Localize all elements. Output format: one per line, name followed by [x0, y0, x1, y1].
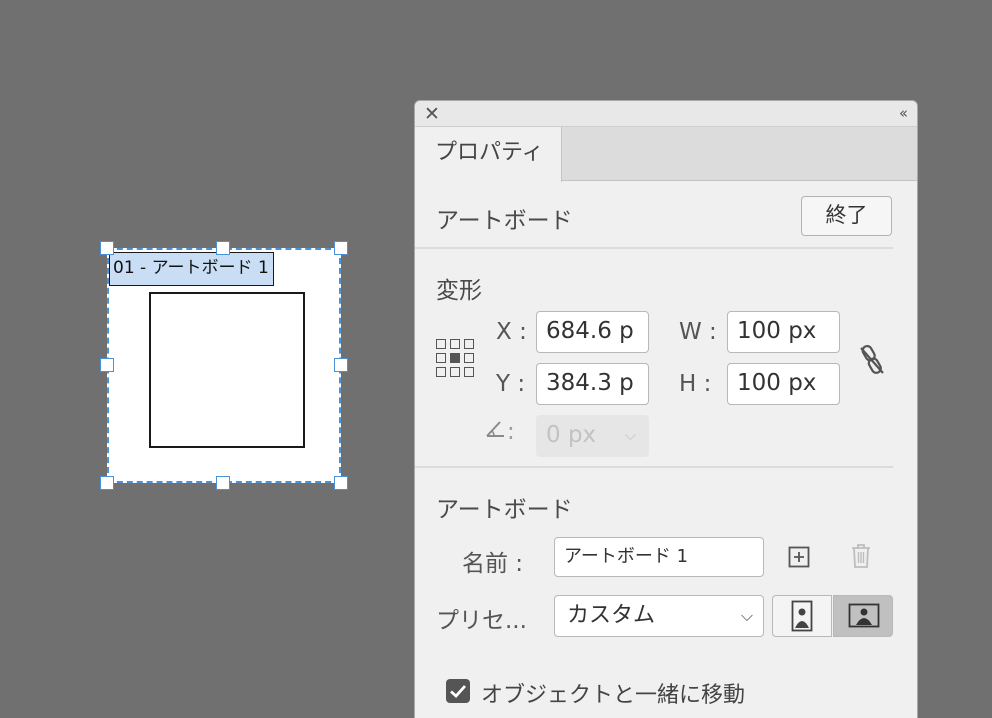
- artboard-label[interactable]: 01 - アートボード 1: [109, 252, 274, 286]
- w-label: W :: [679, 319, 717, 345]
- divider: [415, 466, 893, 468]
- move-with-objects-label: オブジェクトと一緒に移動: [481, 683, 746, 708]
- y-input[interactable]: 384.3 p: [536, 363, 649, 405]
- chevron-down-icon: ⌵: [624, 426, 636, 444]
- divider: [415, 247, 893, 249]
- resize-handle-left[interactable]: [100, 358, 114, 372]
- angle-icon: [486, 421, 504, 437]
- artboard-section-title: アートボード: [436, 497, 573, 523]
- resize-handle-top-left[interactable]: [100, 241, 114, 255]
- portrait-orientation-icon: [791, 600, 813, 632]
- resize-handle-bottom-left[interactable]: [100, 476, 114, 490]
- close-icon[interactable]: ✕: [424, 104, 440, 124]
- x-label: X :: [496, 319, 527, 345]
- angle-input: 0 px ⌵: [536, 415, 649, 457]
- landscape-orientation-icon: [848, 603, 880, 628]
- panel-title-bar: ✕ ‹‹: [415, 101, 917, 127]
- rectangle-object[interactable]: [149, 292, 305, 448]
- chevron-down-icon: ⌵: [740, 606, 753, 625]
- w-input[interactable]: 100 px: [727, 311, 840, 353]
- preset-select[interactable]: カスタム ⌵: [554, 595, 764, 637]
- preset-label: プリセ...: [436, 608, 527, 634]
- h-input[interactable]: 100 px: [727, 363, 840, 405]
- angle-value: 0 px: [546, 422, 597, 448]
- angle-label: :: [507, 419, 515, 445]
- panel-tab-strip: プロパティ: [415, 127, 917, 182]
- resize-handle-top-right[interactable]: [334, 241, 348, 255]
- name-label: 名前 :: [462, 551, 524, 577]
- transform-title: 変形: [436, 278, 482, 304]
- move-with-objects-checkbox[interactable]: [446, 679, 470, 703]
- checkmark-icon: [450, 685, 467, 698]
- done-button[interactable]: 終了: [801, 196, 892, 236]
- y-label: Y :: [496, 371, 526, 397]
- constrain-proportions-icon[interactable]: [855, 343, 889, 377]
- resize-handle-right[interactable]: [334, 358, 348, 372]
- context-title: アートボード: [436, 208, 573, 234]
- resize-handle-top[interactable]: [216, 241, 230, 255]
- reference-point-icon[interactable]: [436, 339, 474, 377]
- artboard[interactable]: 01 - アートボード 1: [107, 248, 341, 483]
- collapse-icon[interactable]: ‹‹: [899, 104, 908, 122]
- x-input[interactable]: 684.6 p: [536, 311, 649, 353]
- resize-handle-bottom-right[interactable]: [334, 476, 348, 490]
- new-artboard-icon[interactable]: [788, 546, 810, 568]
- properties-panel: ✕ ‹‹ プロパティ アートボード 終了 変形 X : 684.6 p W : …: [414, 100, 918, 718]
- h-label: H :: [679, 371, 712, 397]
- trash-icon: [852, 544, 870, 568]
- preset-value: カスタム: [567, 603, 656, 628]
- landscape-orientation-button[interactable]: [833, 595, 893, 637]
- tab-properties[interactable]: プロパティ: [415, 127, 562, 182]
- artboard-name-input[interactable]: アートボード 1: [554, 537, 764, 577]
- portrait-orientation-button[interactable]: [772, 595, 832, 637]
- resize-handle-bottom[interactable]: [216, 476, 230, 490]
